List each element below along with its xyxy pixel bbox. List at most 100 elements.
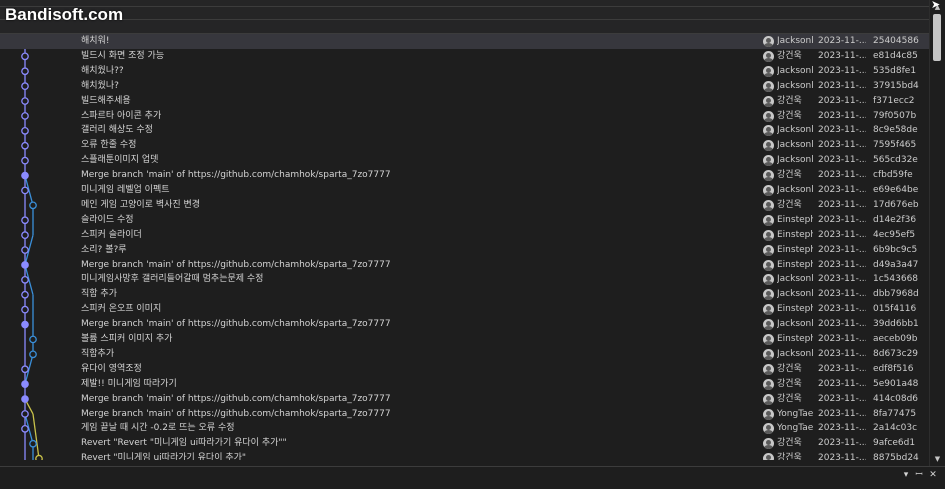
author-avatar-icon	[763, 229, 774, 241]
commit-message: 볼륨 스피커 이미지 추가	[81, 334, 173, 344]
commit-row[interactable]: 유다이 영역조정 강건욱 2023-11-... edf8f516	[0, 362, 929, 377]
commit-row[interactable]: Merge branch 'main' of https://github.co…	[0, 168, 929, 183]
commit-author: Einsteph	[777, 334, 813, 344]
commit-message: 스플래툰이미지 업뎃	[81, 155, 159, 166]
commit-date: 2023-11-...	[818, 140, 866, 151]
commit-row[interactable]: Revert "Revert "미니게임 ui따라가기 유다이 추가"" 강건욱 2…	[0, 436, 929, 451]
commit-hash: 8875bd24	[873, 453, 919, 460]
commit-author: Jacksonl	[777, 125, 813, 136]
commit-row[interactable]: 볼륨 스피커 이미지 추가 Einsteph 2023-11-... aeceb09b	[0, 332, 929, 347]
author-avatar-icon	[763, 140, 774, 152]
commit-author: Jacksonl	[777, 185, 813, 195]
commit-row[interactable]: Merge branch 'main' of https://github.co…	[0, 258, 929, 273]
commit-row[interactable]: 소리? 볼?루 Einsteph 2023-11-... 6b9bc9c5	[0, 243, 929, 258]
commit-date: 2023-11-...	[818, 125, 866, 136]
commit-row[interactable]: 메인 게임 고양이로 벽사진 변경 강건욱 2023-11-... 17d676eb	[0, 198, 929, 213]
commit-message: Merge branch 'main' of https://github.co…	[81, 393, 391, 404]
watermark-text: Bandisoft.com	[5, 5, 124, 24]
commit-date: 2023-11-...	[818, 348, 866, 359]
author-avatar-icon	[763, 274, 774, 286]
commit-row[interactable]: 오류 한줄 수정 Jacksonl 2023-11-... 7595f465	[0, 138, 929, 153]
commit-message: Merge branch 'main' of https://github.co…	[81, 319, 391, 330]
commit-hash: cfbd59fe	[873, 170, 913, 181]
commit-hash: 79f0507b	[873, 110, 917, 121]
commit-row[interactable]: 스플래툰이미지 업뎃 Jacksonl 2023-11-... 565cd32e	[0, 153, 929, 168]
commit-row[interactable]: 미니게임 레벨업 이펙트 Jacksonl 2023-11-... e69e64be	[0, 183, 929, 198]
commit-row[interactable]: Merge branch 'main' of https://github.co…	[0, 317, 929, 332]
commit-row[interactable]: 스파르타 아이콘 추가 강건욱 2023-11-... 79f0507b	[0, 109, 929, 124]
commit-date: 2023-11-...	[818, 319, 866, 330]
commit-date: 2023-11-...	[818, 438, 866, 449]
commit-row[interactable]: Revert "미니게임 ui따라가기 유다이 추가" 강건욱 2023-11-..…	[0, 451, 929, 460]
commit-row[interactable]: 스피커 온오프 이미지 Einsteph 2023-11-... 015f4116	[0, 302, 929, 317]
commit-row[interactable]: 미니게임사망후 갤러리들어갈때 멈추는문제 수정 Jacksonl 2023-11-…	[0, 272, 929, 287]
author-avatar-icon	[763, 319, 774, 331]
author-avatar-icon	[763, 80, 774, 92]
author-avatar-icon	[763, 155, 774, 167]
commit-row[interactable]: 직함 추가 Jacksonl 2023-11-... dbb7968d	[0, 287, 929, 302]
commit-row[interactable]: 갤러리 해상도 수정 Jacksonl 2023-11-... 8c9e58de	[0, 123, 929, 138]
commit-row[interactable]: Merge branch 'main' of https://github.co…	[0, 407, 929, 422]
commit-row[interactable]: 직함추가 Jacksonl 2023-11-... 8d673c29	[0, 347, 929, 362]
commit-hash: 25404586	[873, 36, 919, 46]
commit-message: 게임 끝날 때 시간 -0.2로 뜨는 오류 수정	[81, 423, 235, 434]
commit-hash: e81d4c85	[873, 50, 918, 61]
commit-date: 2023-11-...	[818, 95, 866, 106]
commit-date: 2023-11-...	[818, 423, 866, 434]
commit-message: Revert "Revert "미니게임 ui따라가기 유다이 추가""	[81, 438, 287, 449]
scroll-down-icon[interactable]: ▼	[932, 454, 943, 464]
commit-hash: d14e2f36	[873, 214, 917, 225]
commit-hash: 4ec95ef5	[873, 229, 916, 240]
commit-date: 2023-11-...	[818, 185, 866, 195]
commit-row[interactable]: 해치웠나? Jacksonl 2023-11-... 37915bd4	[0, 79, 929, 94]
commit-date: 2023-11-...	[818, 304, 866, 315]
author-avatar-icon	[763, 36, 774, 47]
commit-hash: dbb7968d	[873, 289, 919, 300]
commit-row[interactable]: 해치웠나?? Jacksonl 2023-11-... 535d8fe1	[0, 64, 929, 79]
commit-row[interactable]: 게임 끝날 때 시간 -0.2로 뜨는 오류 수정 YongTae 2023-11-…	[0, 421, 929, 436]
scroll-thumb[interactable]	[933, 14, 941, 61]
author-avatar-icon	[763, 334, 774, 345]
dropdown-icon[interactable]: ▾	[901, 470, 911, 480]
author-avatar-icon	[763, 453, 774, 460]
commit-hash: 9afce6d1	[873, 438, 916, 449]
commit-row[interactable]: 해치워! Jacksonl 2023-11-... 25404586	[0, 34, 929, 49]
commit-date: 2023-11-...	[818, 274, 866, 285]
pin-icon[interactable]: ꟷ	[914, 470, 924, 480]
commit-author: Jacksonl	[777, 65, 813, 76]
commit-row[interactable]: 제발!! 미니게임 따라가기 강건욱 2023-11-... 5e901a48	[0, 377, 929, 392]
commit-message: 빌드시 화면 조정 가능	[81, 50, 165, 61]
commit-row[interactable]: 슬라이드 수정 Einsteph 2023-11-... d14e2f36	[0, 213, 929, 228]
commit-row[interactable]: 빌드시 화면 조정 가능 강건욱 2023-11-... e81d4c85	[0, 49, 929, 64]
author-avatar-icon	[763, 348, 774, 360]
commit-date: 2023-11-...	[818, 363, 866, 374]
commit-author: Jacksonl	[777, 319, 813, 330]
vertical-scrollbar[interactable]: ▲ ▼	[929, 0, 945, 466]
commit-author: 강건욱	[777, 95, 802, 106]
commit-row[interactable]: 빌드해주세용 강건욱 2023-11-... f371ecc2	[0, 94, 929, 109]
author-avatar-icon	[763, 438, 774, 450]
commit-date: 2023-11-...	[818, 155, 866, 166]
close-icon[interactable]: ✕	[928, 470, 938, 480]
commit-date: 2023-11-...	[818, 199, 866, 210]
commit-message: 슬라이드 수정	[81, 214, 134, 225]
commit-row[interactable]: Merge branch 'main' of https://github.co…	[0, 392, 929, 407]
commit-author: 강건욱	[777, 50, 802, 61]
commit-date: 2023-11-...	[818, 214, 866, 225]
commit-hash: 2a14c03c	[873, 423, 918, 434]
commit-date: 2023-11-...	[818, 80, 866, 91]
commit-hash: d49a3a47	[873, 259, 919, 270]
commit-hash: 8c9e58de	[873, 125, 918, 136]
commit-author: 강건욱	[777, 363, 802, 374]
commit-author: YongTae	[777, 423, 813, 434]
commit-row[interactable]: 스피커 슬라이더 Einsteph 2023-11-... 4ec95ef5	[0, 228, 929, 243]
commit-hash: 015f4116	[873, 304, 917, 315]
commit-hash: e69e64be	[873, 185, 919, 195]
commit-message: 스파르타 아이콘 추가	[81, 110, 162, 121]
commit-hash: 37915bd4	[873, 80, 919, 91]
author-avatar-icon	[763, 289, 774, 301]
commit-hash: 5e901a48	[873, 378, 919, 389]
commit-date: 2023-11-...	[818, 393, 866, 404]
commit-author: 강건욱	[777, 378, 802, 389]
commit-author: Einsteph	[777, 244, 813, 255]
